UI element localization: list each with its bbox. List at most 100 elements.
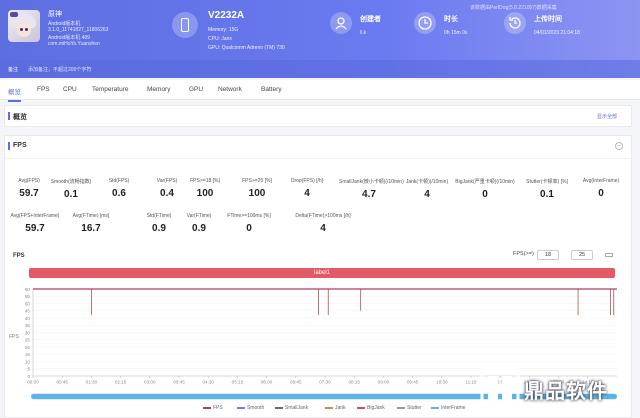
metric-value: 100 bbox=[196, 188, 214, 199]
fps-metric: FTime>=100ms [%] 0 bbox=[219, 213, 279, 234]
app-name: 原神 bbox=[48, 11, 62, 18]
legend-item[interactable]: SmallJank bbox=[275, 405, 308, 413]
metric-label: Jank(卡顿)(/10min) bbox=[405, 179, 449, 185]
tab-temperature[interactable]: Temperature bbox=[92, 86, 129, 93]
x-tick-label: 09:00 bbox=[378, 380, 390, 385]
fps-panel-title: FPS bbox=[8, 142, 27, 150]
app-avatar bbox=[8, 10, 40, 42]
y-tick-label: 45 bbox=[25, 309, 31, 314]
metric-label: FPS>=18 [%] bbox=[190, 178, 220, 184]
fps-metric: Drop(FPS) [/h] 4 bbox=[277, 178, 337, 199]
label-bar-text: label1 bbox=[313, 270, 330, 276]
tab-memory[interactable]: Memory bbox=[147, 86, 170, 93]
metric-value: 4 bbox=[424, 189, 430, 200]
label-bar[interactable]: label1 bbox=[29, 268, 615, 278]
y-tick-label: 20 bbox=[25, 345, 31, 350]
x-tick-label: 01:30 bbox=[86, 380, 98, 385]
legend-item[interactable]: FPS bbox=[203, 405, 223, 413]
x-tick-label: 03:45 bbox=[173, 380, 185, 385]
metric-label: Avg(InterFrame) bbox=[582, 178, 620, 184]
tab-cpu[interactable]: CPU bbox=[63, 86, 77, 93]
x-tick-label: 00:00 bbox=[27, 380, 39, 385]
y-tick-label: 5 bbox=[27, 367, 30, 372]
legend-toggle-icon[interactable] bbox=[605, 253, 613, 257]
x-tick-label: 09:45 bbox=[407, 380, 419, 385]
legend-swatch bbox=[275, 406, 283, 409]
y-tick-label: 40 bbox=[25, 316, 31, 321]
show-all-link[interactable]: 显示全部 bbox=[597, 113, 617, 120]
x-tick-label: 05:15 bbox=[232, 380, 244, 385]
tab-network[interactable]: Network bbox=[218, 86, 242, 93]
legend-label: SmallJank bbox=[285, 405, 309, 411]
metric-label: Stutter(卡顿率) [%] bbox=[526, 179, 568, 185]
fps-metric: BigJank(严重卡顿)(/10min) 0 bbox=[455, 178, 515, 200]
metric-label: BigJank(严重卡顿)(/10min) bbox=[455, 179, 515, 185]
upload-time-label: 上传时间 bbox=[534, 16, 562, 23]
legend-item[interactable]: Jank bbox=[325, 405, 346, 413]
legend-item[interactable]: Stutter bbox=[397, 405, 422, 413]
metric-value: 59.7 bbox=[25, 223, 45, 234]
metric-label: Drop(FPS) [/h] bbox=[290, 178, 324, 184]
metric-value: 0.1 bbox=[540, 189, 554, 200]
legend-item[interactable]: BigJank bbox=[357, 405, 385, 413]
app-info-line: com.miHoYo.Yuanshen bbox=[48, 41, 100, 47]
legend-item[interactable]: Smooth bbox=[237, 405, 264, 413]
metric-value: 0 bbox=[482, 189, 488, 200]
note-label: 备注 bbox=[8, 67, 19, 73]
legend-swatch bbox=[203, 406, 211, 409]
metric-value: 4.7 bbox=[362, 189, 376, 200]
duration-value: 0h 15m 0s bbox=[444, 30, 468, 36]
y-tick-label: 50 bbox=[25, 301, 31, 306]
user-icon bbox=[330, 12, 352, 34]
metric-value: 16.7 bbox=[81, 223, 101, 234]
section-tabs: 概览 FPS CPU Temperature Memory GPU Networ… bbox=[0, 80, 640, 102]
duration-label: 时长 bbox=[444, 16, 458, 23]
tab-gpu[interactable]: GPU bbox=[189, 86, 203, 93]
divider bbox=[5, 158, 631, 159]
tab-overview[interactable]: 概览 bbox=[8, 86, 21, 102]
y-tick-label: 25 bbox=[25, 338, 31, 343]
x-tick-label: 03:00 bbox=[144, 380, 156, 385]
x-tick-label: 00:45 bbox=[56, 380, 68, 385]
legend-swatch bbox=[357, 406, 365, 409]
fps-threshold-1[interactable]: 18 bbox=[537, 250, 559, 260]
x-tick-label: 08:15 bbox=[348, 380, 360, 385]
metric-label: Delta(FTime)>100ms [/h] bbox=[295, 213, 351, 219]
legend-label: Jank bbox=[335, 405, 346, 411]
x-tick-label: 06:00 bbox=[261, 380, 273, 385]
tab-fps[interactable]: FPS bbox=[37, 86, 50, 93]
fps-metric: Stutter(卡顿率) [%] 0.1 bbox=[517, 178, 577, 200]
metric-label: Avg(FPS+InterFrame) bbox=[10, 213, 60, 219]
metric-label: SmallJank(微小卡顿)(/10min) bbox=[339, 179, 404, 185]
x-tick-label: 11:15 bbox=[465, 380, 477, 385]
clock-icon bbox=[414, 12, 436, 34]
note-input[interactable]: 添加备注，不超过200个字符 bbox=[28, 66, 91, 73]
data-source-hint: 该数据由PerfDog(5.0.221057)数据采集 bbox=[470, 5, 557, 11]
tab-battery[interactable]: Battery bbox=[261, 86, 282, 93]
collapse-icon[interactable]: – bbox=[615, 142, 623, 150]
history-icon bbox=[504, 12, 526, 34]
fps-threshold-2[interactable]: 25 bbox=[571, 250, 593, 260]
fps-metric: Avg(FTime) [ms] 16.7 bbox=[61, 213, 121, 234]
metric-value: 4 bbox=[304, 188, 310, 199]
y-tick-label: 60 bbox=[25, 287, 31, 292]
legend-swatch bbox=[325, 406, 333, 409]
x-tick-label: 02:15 bbox=[115, 380, 127, 385]
legend-label: FPS bbox=[213, 405, 223, 411]
device-cpu: CPU: Janx bbox=[208, 36, 232, 42]
y-tick-label: 35 bbox=[25, 323, 31, 328]
brand-logo-text: 鼎品软件 bbox=[524, 381, 608, 403]
legend-label: Stutter bbox=[407, 405, 422, 411]
metric-label: Avg(FTime) [ms] bbox=[72, 213, 110, 219]
note-bar[interactable]: 备注 添加备注，不超过200个字符 bbox=[0, 60, 640, 78]
overview-panel: 概览 显示全部 bbox=[4, 105, 632, 127]
y-tick-label: 0 bbox=[27, 374, 30, 379]
x-tick-label: 06:45 bbox=[290, 380, 302, 385]
y-tick-label: 15 bbox=[25, 352, 31, 357]
x-tick-label: 07:30 bbox=[319, 380, 331, 385]
legend-swatch bbox=[431, 406, 439, 409]
fps-metric: Delta(FTime)>100ms [/h] 4 bbox=[293, 213, 353, 234]
fps-filter-label: FPS(>=) bbox=[513, 251, 534, 257]
legend-item[interactable]: InterFrame bbox=[431, 405, 465, 413]
x-tick-label: 10:30 bbox=[436, 380, 448, 385]
